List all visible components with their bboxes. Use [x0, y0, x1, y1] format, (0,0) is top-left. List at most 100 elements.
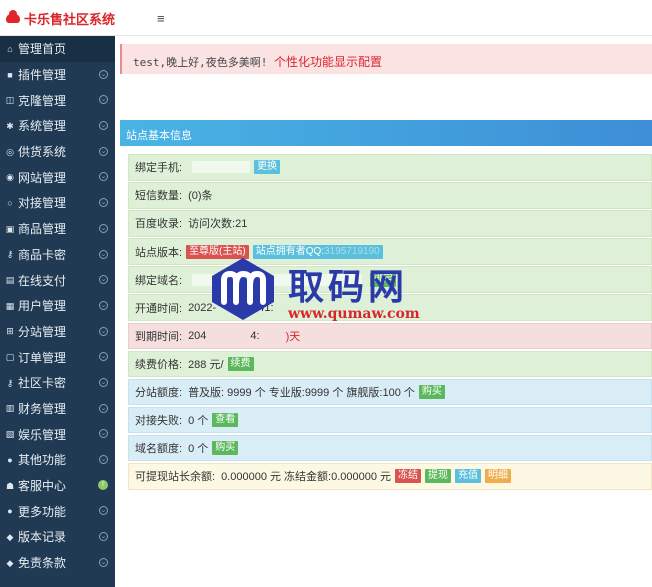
sidebar-item-17[interactable]: ☗ 客服中心! — [0, 473, 115, 499]
sidebar-item-label: 用户管理 — [18, 299, 67, 314]
sms-count-value: (0)条 — [188, 190, 213, 203]
substation-quota-value: 普及版: 9999 个 专业版:9999 个 旗舰版:100 个 — [188, 387, 415, 399]
tag-icon: ◆ — [6, 531, 14, 542]
sidebar-item-label: 管理首页 — [18, 42, 67, 57]
sidebar-item-14[interactable]: ▥ 财务管理 ⌄ — [0, 396, 115, 422]
change-phone-button[interactable]: 更换 — [254, 160, 281, 175]
sidebar-item-10[interactable]: ▦ 用户管理 ⌄ — [0, 293, 115, 319]
sidebar-item-label: 财务管理 — [18, 401, 67, 416]
sidebar-item-20[interactable]: ◆ 免责条款 ⌄ — [0, 550, 115, 576]
sidebar-item-label: 订单管理 — [18, 350, 67, 365]
chevron-down-icon: ⌄ — [99, 352, 108, 362]
buy-domain-button[interactable]: 购买 — [212, 441, 239, 456]
sidebar-item-label: 分站管理 — [18, 324, 67, 339]
home-icon: ⌂ — [7, 43, 13, 54]
sidebar-item-label: 商品管理 — [18, 222, 67, 237]
gear-icon: ✱ — [6, 120, 14, 131]
sidebar-item-2[interactable]: ◫ 克隆管理 ⌄ — [0, 87, 115, 113]
sidebar-item-label: 网站管理 — [18, 170, 67, 185]
open-time-label: 开通时间: — [135, 302, 183, 315]
m-logo-icon — [212, 258, 274, 320]
sidebar-item-4[interactable]: ◎ 供货系统 ⌄ — [0, 139, 115, 165]
details-button[interactable]: 明细 — [485, 469, 512, 484]
sidebar-item-18[interactable]: ● 更多功能 ⌄ — [0, 498, 115, 524]
sidebar-item-1[interactable]: ■ 插件管理 ⌄ — [0, 62, 115, 88]
masked-phone — [192, 161, 251, 174]
chevron-down-icon: ⌄ — [99, 223, 108, 233]
watermark: 取码网 www.qumaw.com — [208, 256, 448, 336]
apple-icon: ● — [7, 506, 13, 517]
sidebar-item-8[interactable]: ⚷ 商品卡密 ⌄ — [0, 242, 115, 268]
freeze-button[interactable]: 冻结 — [395, 469, 422, 484]
docking-fail-row: 对接失败: 0 个 查看 — [128, 406, 652, 434]
sidebar-item-15[interactable]: ▧ 娱乐管理 ⌄ — [0, 421, 115, 447]
chevron-down-icon: ⌄ — [99, 403, 108, 413]
view-fail-button[interactable]: 查看 — [212, 413, 239, 428]
chevron-down-icon: ⌄ — [99, 198, 108, 208]
renew-button[interactable]: 续费 — [227, 356, 254, 371]
sidebar-item-19[interactable]: ◆ 版本记录 ⌄ — [0, 524, 115, 550]
user-icon: ▦ — [5, 300, 15, 311]
site-version-label: 站点版本: — [135, 246, 183, 259]
docking-fail-value: 0 个 — [188, 415, 209, 428]
order-icon: ▢ — [5, 352, 15, 363]
sidebar-item-label: 更多功能 — [18, 504, 67, 519]
game-icon: ▧ — [5, 429, 15, 440]
sidebar-item-label: 版本记录 — [18, 530, 67, 545]
lock-icon: ■ — [7, 69, 13, 80]
buy-quota-button[interactable]: 购买 — [418, 385, 445, 399]
sidebar-item-7[interactable]: ▣ 商品管理 ⌄ — [0, 216, 115, 242]
sidebar-item-label: 客服中心 — [18, 479, 67, 494]
chevron-down-icon: ⌄ — [99, 121, 108, 131]
apple-icon: ● — [7, 454, 13, 465]
greeting-text: test,晚上好,夜色多美啊! — [133, 56, 268, 69]
sidebar-item-11[interactable]: ⊞ 分站管理 ⌄ — [0, 319, 115, 345]
sidebar-item-13[interactable]: ⚷ 社区卡密 ⌄ — [0, 370, 115, 396]
chevron-down-icon: ⌄ — [99, 95, 108, 105]
sidebar-item-label: 娱乐管理 — [18, 427, 67, 442]
chevron-down-icon: ⌄ — [99, 532, 108, 542]
visit-count-value: 访问次数:21 — [188, 218, 248, 231]
sidebar-item-16[interactable]: ● 其他功能 ⌄ — [0, 447, 115, 473]
owner-qq-value: 3195719190 — [324, 245, 380, 257]
bind-phone-row: 绑定手机: 更换 — [128, 154, 652, 181]
baidu-index-label: 百度收录: — [135, 218, 183, 231]
service-icon: ☗ — [5, 480, 15, 491]
menu-toggle-button[interactable]: ≡ — [157, 11, 165, 26]
cloud-logo-icon — [6, 9, 20, 23]
key-icon: ⚷ — [6, 377, 14, 388]
sidebar: ⌂ 管理首页 ■ 插件管理 ⌄ ◫ 克隆管理 ⌄ ✱ 系统管理 ⌄ ◎ 供货系统 ⌄ ◉ 网站管理 ⌄ ○ 对接管理… — [0, 36, 115, 587]
sidebar-item-6[interactable]: ○ 对接管理 ⌄ — [0, 190, 115, 216]
personalize-config-link[interactable]: 个性化功能显示配置 — [274, 55, 382, 69]
chevron-down-icon: ⌄ — [99, 172, 108, 182]
brand[interactable]: 卡乐售社区系统 — [6, 9, 115, 27]
chart-icon: ▥ — [5, 403, 15, 414]
sidebar-item-label: 系统管理 — [18, 119, 67, 134]
sidebar-item-12[interactable]: ▢ 订单管理 ⌄ — [0, 344, 115, 370]
sidebar-item-3[interactable]: ✱ 系统管理 ⌄ — [0, 113, 115, 139]
greeting-notice: test,晚上好,夜色多美啊! 个性化功能显示配置 — [120, 44, 652, 74]
bind-phone-label: 绑定手机: — [135, 162, 183, 175]
withdraw-button[interactable]: 提现 — [425, 469, 452, 484]
sidebar-item-0[interactable]: ⌂ 管理首页 — [0, 36, 115, 62]
chevron-down-icon: ⌄ — [99, 557, 108, 567]
expire-time-value: 204 — [188, 329, 207, 342]
recharge-button[interactable]: 充值 — [455, 469, 482, 484]
bind-domain-label: 绑定域名: — [135, 274, 183, 287]
sidebar-item-5[interactable]: ◉ 网站管理 ⌄ — [0, 164, 115, 190]
supply-icon: ◎ — [6, 146, 14, 157]
domain-quota-label: 域名额度: — [135, 443, 183, 456]
clone-icon: ◫ — [5, 95, 15, 106]
sidebar-item-label: 其他功能 — [18, 453, 67, 468]
renew-price-row: 续费价格: 288 元/ 续费 — [128, 350, 652, 378]
pay-icon: ▤ — [5, 275, 15, 286]
sidebar-item-9[interactable]: ▤ 在线支付 ⌄ — [0, 267, 115, 293]
sidebar-item-label: 克隆管理 — [18, 93, 67, 108]
chevron-down-icon: ⌄ — [99, 326, 108, 336]
chevron-down-icon: ⌄ — [99, 146, 108, 156]
sidebar-item-label: 社区卡密 — [18, 376, 67, 391]
sidebar-item-label: 供货系统 — [18, 145, 67, 160]
chevron-down-icon: ⌄ — [99, 300, 108, 310]
domain-quota-value: 0 个 — [188, 443, 209, 456]
chevron-down-icon: ⌄ — [99, 69, 108, 79]
